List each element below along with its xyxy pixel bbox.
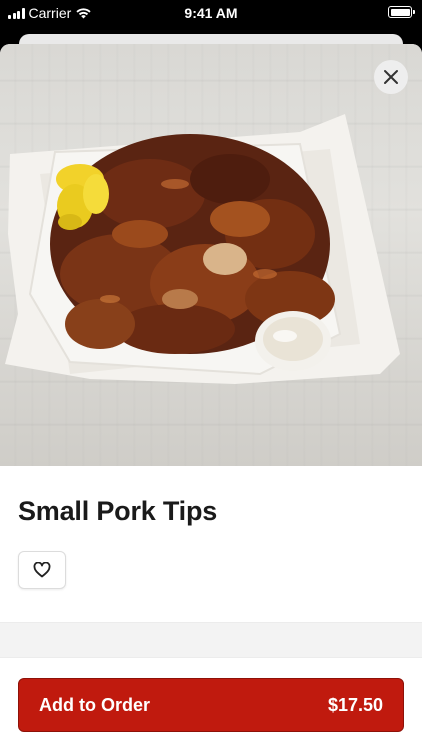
pork-tips-photo: [5, 114, 400, 384]
product-title: Small Pork Tips: [18, 496, 218, 526]
bottom-bar: Add to Order $17.50: [0, 658, 422, 750]
add-to-order-button[interactable]: Add to Order $17.50: [18, 678, 404, 732]
battery-icon: [388, 6, 415, 18]
title-section: Small Pork Tips: [0, 466, 422, 527]
section-divider: [0, 622, 422, 658]
price-label: $17.50: [327, 694, 383, 715]
status-bar: Carrier 9:41 AM: [0, 0, 422, 28]
close-icon: [384, 70, 398, 84]
heart-outline-icon: [33, 562, 51, 578]
product-sheet: Small Pork Tips Add to Order $17.50: [0, 44, 422, 750]
add-to-order-label: Add to Order: [39, 694, 150, 715]
status-time: 9:41 AM: [184, 5, 238, 21]
product-image: [0, 44, 422, 466]
favorite-button[interactable]: [18, 551, 66, 589]
close-button[interactable]: [374, 60, 408, 94]
